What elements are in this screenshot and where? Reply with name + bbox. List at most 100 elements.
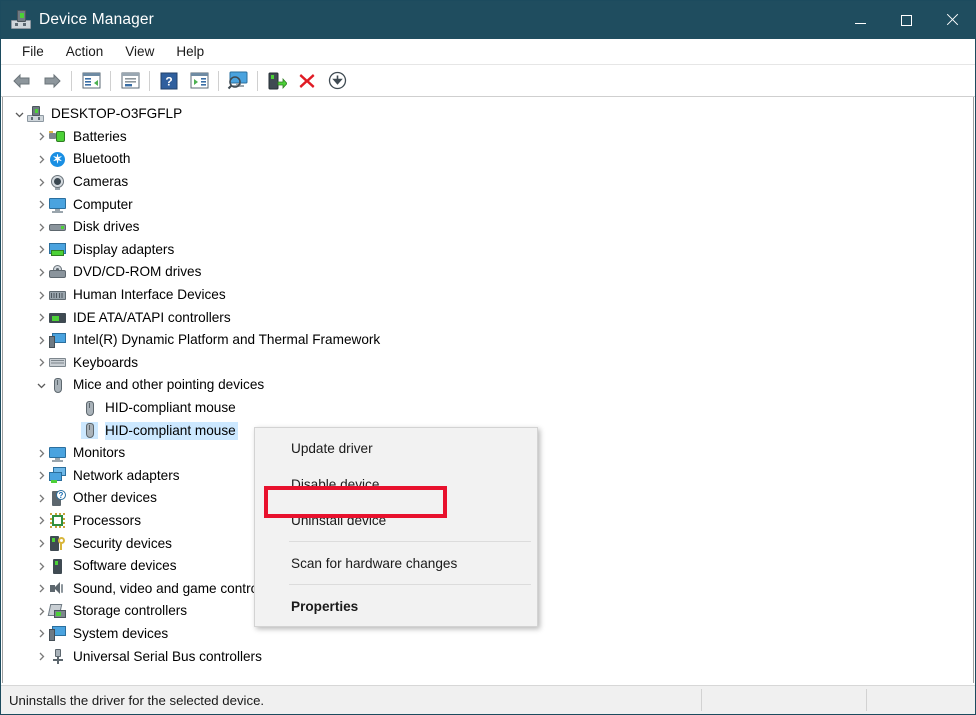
chevron-right-icon[interactable] (33, 329, 49, 351)
chevron-right-icon[interactable] (33, 533, 49, 555)
minimize-button[interactable] (837, 1, 883, 39)
tree-node-label: Processors (73, 512, 141, 528)
context-menu-separator (289, 541, 531, 542)
update-driver-icon (268, 72, 287, 89)
tree-node-label: Mice and other pointing devices (73, 377, 265, 393)
tree-node-label: Network adapters (73, 467, 180, 483)
tree-node-batteries[interactable]: Batteries (3, 126, 973, 149)
context-menu[interactable]: Update driver Disable device Uninstall d… (254, 427, 538, 627)
show-hide-action-pane-icon (190, 72, 208, 89)
tree-node-label: Human Interface Devices (73, 287, 226, 303)
menu-file[interactable]: File (11, 41, 55, 62)
tree-node-ide-controllers[interactable]: IDE ATA/ATAPI controllers (3, 306, 973, 329)
toolbar-separator (110, 70, 111, 91)
status-divider (866, 689, 867, 711)
chevron-right-icon[interactable] (33, 126, 49, 148)
tree-node-label: Disk drives (73, 219, 140, 235)
tree-node-label: IDE ATA/ATAPI controllers (73, 309, 231, 325)
tree-node-label: Security devices (73, 535, 172, 551)
back-icon (13, 73, 30, 88)
dvd-drive-icon (49, 264, 66, 281)
tree-node-label: HID-compliant mouse (105, 421, 238, 440)
uninstall-device-button[interactable] (292, 68, 322, 94)
close-button[interactable] (929, 1, 975, 39)
chevron-right-icon[interactable] (33, 646, 49, 668)
disable-device-button[interactable] (322, 68, 352, 94)
context-menu-item-properties[interactable]: Properties (255, 588, 537, 624)
chevron-right-icon[interactable] (33, 623, 49, 645)
chevron-right-icon[interactable] (33, 465, 49, 487)
chevron-right-icon[interactable] (33, 578, 49, 600)
chevron-down-icon[interactable] (11, 103, 27, 125)
chevron-right-icon[interactable] (33, 600, 49, 622)
chevron-right-icon[interactable] (33, 171, 49, 193)
scan-for-hardware-changes-button[interactable] (223, 68, 253, 94)
tree-node-dvd-drives[interactable]: DVD/CD-ROM drives (3, 261, 973, 284)
properties-icon (121, 72, 139, 89)
security-device-icon (49, 535, 66, 552)
tree-node-cameras[interactable]: Cameras (3, 171, 973, 194)
toolbar-separator (218, 70, 219, 91)
tree-node-display-adapters[interactable]: Display adapters (3, 239, 973, 262)
back-button[interactable] (7, 68, 37, 94)
tree-node-keyboards[interactable]: Keyboards (3, 352, 973, 375)
monitor-icon (49, 445, 66, 462)
mouse-icon (81, 400, 98, 417)
tree-node-mice-and-pointing-devices[interactable]: Mice and other pointing devices (3, 374, 973, 397)
software-device-icon (49, 558, 66, 575)
tree-node-hid-compliant-mouse-1[interactable]: HID-compliant mouse (3, 397, 973, 420)
chevron-right-icon[interactable] (33, 352, 49, 374)
chevron-right-icon[interactable] (33, 442, 49, 464)
properties-button[interactable] (115, 68, 145, 94)
status-divider (701, 689, 702, 711)
context-menu-item-disable-device[interactable]: Disable device (255, 466, 537, 502)
tree-node-disk-drives[interactable]: Disk drives (3, 216, 973, 239)
chevron-right-icon[interactable] (33, 148, 49, 170)
context-menu-separator (289, 584, 531, 585)
tree-node-usb-controllers[interactable]: Universal Serial Bus controllers (3, 645, 973, 668)
svg-text:?: ? (165, 74, 172, 88)
chevron-right-icon[interactable] (33, 555, 49, 577)
window-controls (837, 1, 975, 39)
battery-icon (49, 128, 66, 145)
chevron-right-icon[interactable] (33, 487, 49, 509)
chevron-right-icon[interactable] (33, 307, 49, 329)
tree-node-label: System devices (73, 625, 169, 641)
menu-help[interactable]: Help (165, 41, 215, 62)
bluetooth-icon: ✶ (49, 151, 66, 168)
system-device-icon (49, 625, 66, 642)
show-hide-console-tree-button[interactable] (76, 68, 106, 94)
menu-action[interactable]: Action (55, 41, 115, 62)
menu-view[interactable]: View (114, 41, 165, 62)
context-menu-item-update-driver[interactable]: Update driver (255, 430, 537, 466)
chevron-right-icon[interactable] (33, 216, 49, 238)
chevron-right-icon[interactable] (33, 194, 49, 216)
sound-icon (49, 580, 66, 597)
chevron-right-icon[interactable] (33, 261, 49, 283)
maximize-button[interactable] (883, 1, 929, 39)
device-manager-window: Device Manager File Action View Help ? D… (0, 0, 976, 715)
tree-node-bluetooth[interactable]: ✶ Bluetooth (3, 148, 973, 171)
tree-node-label: Software devices (73, 558, 177, 574)
chevron-right-icon[interactable] (33, 510, 49, 532)
chevron-right-icon[interactable] (33, 284, 49, 306)
chevron-right-icon[interactable] (33, 239, 49, 261)
computer-icon (27, 105, 44, 123)
device-manager-icon (11, 10, 31, 30)
tree-node-root[interactable]: DESKTOP-O3FGFLP (3, 103, 973, 126)
show-hide-action-pane-button[interactable] (184, 68, 214, 94)
forward-button[interactable] (37, 68, 67, 94)
tree-node-computer[interactable]: Computer (3, 193, 973, 216)
mouse-icon (81, 422, 98, 440)
tree-node-label: Other devices (73, 490, 157, 506)
menu-bar: File Action View Help (1, 39, 975, 65)
monitor-icon (49, 196, 66, 214)
tree-node-human-interface-devices[interactable]: Human Interface Devices (3, 284, 973, 307)
help-button[interactable]: ? (154, 68, 184, 94)
context-menu-item-uninstall-device[interactable]: Uninstall device (255, 502, 537, 538)
chevron-down-icon[interactable] (33, 374, 49, 396)
tree-node-intel-dynamic-platform[interactable]: Intel(R) Dynamic Platform and Thermal Fr… (3, 329, 973, 352)
update-driver-button[interactable] (262, 68, 292, 94)
context-menu-item-scan-for-hardware-changes[interactable]: Scan for hardware changes (255, 545, 537, 581)
camera-icon (49, 174, 66, 191)
